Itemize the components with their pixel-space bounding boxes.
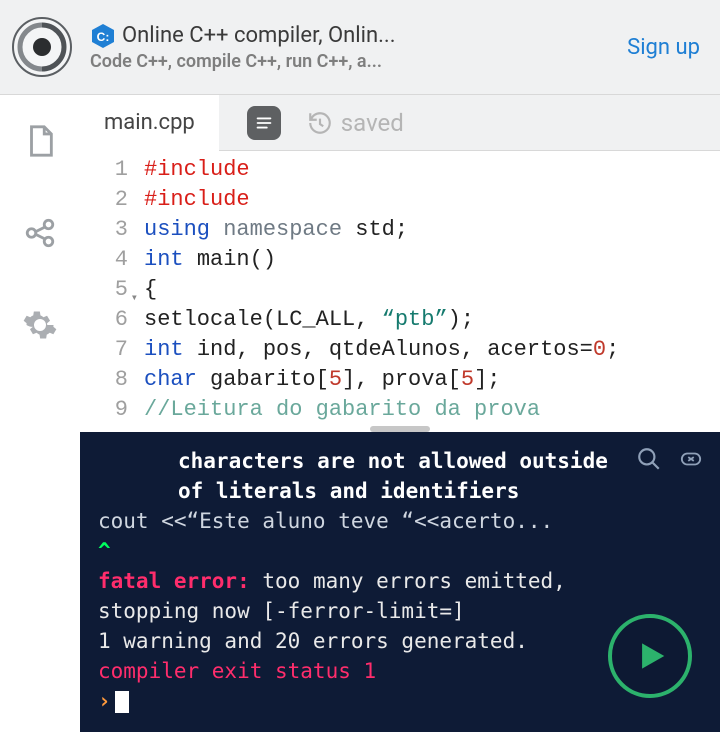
cpp-badge-icon: C: (90, 23, 116, 49)
code-line[interactable]: { (144, 275, 619, 305)
main-area: main.cpp saved 12345▾6789 #include#inclu… (80, 95, 720, 732)
console-fatal-line-2: stopping now [-ferror-limit=] (98, 596, 702, 626)
page-subtitle: Code C++, compile C++, run C++, a... (90, 51, 627, 72)
file-icon[interactable] (22, 123, 58, 159)
saved-label: saved (341, 109, 404, 137)
code-line[interactable]: char gabarito[5], prova[5]; (144, 365, 619, 395)
svg-text:C:: C: (97, 30, 110, 44)
console-error-line-2: of literals and identifiers (98, 476, 702, 506)
console-error-line-1: characters are not allowed outside (98, 446, 702, 476)
code-line[interactable]: int ind, pos, qtdeAlunos, acertos=0; (144, 335, 619, 365)
tab-bar: main.cpp saved (80, 95, 720, 151)
code-content[interactable]: #include#includeusing namespace std;int … (136, 151, 619, 432)
code-editor[interactable]: 12345▾6789 #include#includeusing namespa… (80, 151, 720, 432)
search-icon[interactable] (636, 446, 662, 480)
cursor (115, 691, 129, 713)
sidebar (0, 95, 80, 732)
page-title: Online C++ compiler, Onlin... (122, 23, 396, 48)
menu-icon[interactable] (247, 106, 281, 140)
console-source-line: cout <<“Este aluno teve “<<acerto... (98, 506, 702, 536)
code-line[interactable]: using namespace std; (144, 215, 619, 245)
console-output[interactable]: characters are not allowed outside of li… (80, 432, 720, 732)
app-logo[interactable] (12, 17, 72, 77)
close-icon[interactable] (680, 448, 702, 478)
code-line[interactable]: setlocale(LC_ALL, “ptb”); (144, 305, 619, 335)
gear-icon[interactable] (22, 307, 58, 343)
code-line[interactable]: #include (144, 185, 619, 215)
run-button[interactable] (608, 614, 692, 698)
code-line[interactable]: int main() (144, 245, 619, 275)
title-block: C: Online C++ compiler, Onlin... Code C+… (90, 23, 627, 72)
saved-indicator: saved (307, 109, 404, 137)
play-icon (631, 637, 669, 675)
console-fatal-line-1: fatal error: too many errors emitted, (98, 566, 702, 596)
console-caret: ^ (98, 536, 702, 566)
code-line[interactable]: #include (144, 155, 619, 185)
history-icon (307, 110, 333, 136)
signup-link[interactable]: Sign up (627, 35, 708, 60)
code-line[interactable]: //Leitura do gabarito da prova (144, 395, 619, 425)
header-bar: C: Online C++ compiler, Onlin... Code C+… (0, 0, 720, 95)
tab-main-cpp[interactable]: main.cpp (80, 95, 219, 151)
console-prompt[interactable]: › (98, 686, 702, 716)
line-gutter: 12345▾6789 (80, 151, 136, 432)
share-icon[interactable] (22, 215, 58, 251)
